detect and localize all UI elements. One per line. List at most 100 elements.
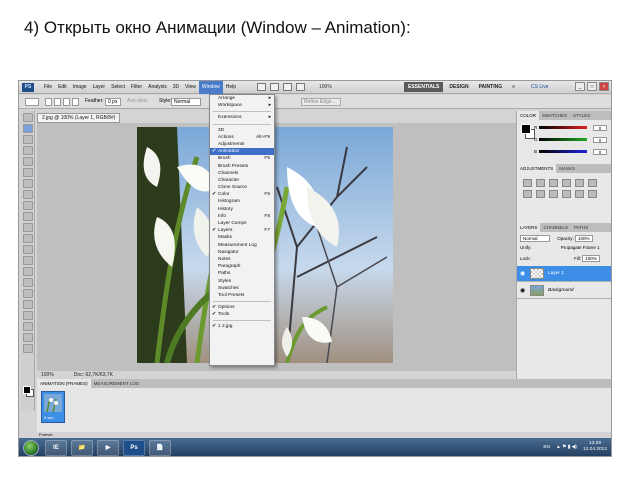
menu-help[interactable]: Help	[223, 81, 239, 94]
maximize-icon[interactable]: □	[587, 82, 597, 91]
feather-input[interactable]: 0 px	[105, 98, 121, 106]
start-button[interactable]	[23, 440, 39, 456]
adjustment-icon[interactable]	[536, 179, 545, 187]
window-menu-item-notes[interactable]: Notes	[210, 256, 274, 263]
menu-filter[interactable]: Filter	[128, 81, 145, 94]
tray-icons[interactable]: ▲ ⚑ ▮ ◀)	[556, 445, 577, 450]
brush-tool-icon[interactable]	[22, 190, 33, 199]
3d-orbit-tool-icon[interactable]	[22, 322, 33, 331]
frame-delay[interactable]: 0 sec.	[44, 415, 55, 420]
path-select-tool-icon[interactable]	[22, 289, 33, 298]
menu-edit[interactable]: Edit	[55, 81, 70, 94]
window-menu-item-animation[interactable]: ✔ Animation	[210, 148, 274, 156]
bridge-icon[interactable]	[257, 83, 266, 91]
shape-tool-icon[interactable]	[22, 300, 33, 309]
adjustment-icon[interactable]	[562, 179, 571, 187]
menu-window[interactable]: Window	[198, 81, 223, 94]
window-menu-item-actions[interactable]: Actions Alt+F9	[210, 134, 274, 141]
3d-rotate-tool-icon[interactable]	[22, 311, 33, 320]
window-menu-item-info[interactable]: Info F8	[210, 213, 274, 220]
menu-view[interactable]: View	[182, 81, 199, 94]
taskbar-app-4[interactable]: 📄	[149, 440, 171, 456]
layer-row[interactable]: ◉ Layer 1	[517, 266, 611, 282]
opacity-input[interactable]: 100%	[575, 235, 593, 242]
tab-channels[interactable]: CHANNELS	[540, 223, 571, 232]
fill-input[interactable]: 100%	[582, 255, 600, 262]
clone-stamp-tool-icon[interactable]	[22, 201, 33, 210]
window-menu-item-swatches[interactable]: Swatches	[210, 285, 274, 292]
blend-mode-select[interactable]: Normal	[520, 235, 550, 242]
window-menu-item-3d[interactable]: 3D	[210, 127, 274, 134]
layer-row[interactable]: ◉ Background	[517, 283, 611, 299]
zoom-level[interactable]: 100%	[319, 84, 332, 90]
workspace-essentials[interactable]: ESSENTIALS	[404, 82, 444, 92]
refine-edge-button[interactable]: Refine Edge...	[301, 98, 341, 106]
window-menu-item-adjustments[interactable]: Adjustments	[210, 141, 274, 148]
window-menu-item-navigator[interactable]: Navigator	[210, 249, 274, 256]
color-value-b[interactable]: 0	[593, 149, 607, 155]
close-icon[interactable]: ×	[599, 82, 609, 91]
window-menu-item-character[interactable]: Character	[210, 177, 274, 184]
tab-styles[interactable]: STYLES	[570, 111, 593, 120]
blur-tool-icon[interactable]	[22, 245, 33, 254]
adjustment-icon[interactable]	[575, 179, 584, 187]
clock[interactable]: 13:29 12.04.2012	[583, 441, 607, 453]
window-menu-item-clone-source[interactable]: Clone Source	[210, 184, 274, 191]
eyedropper-tool-icon[interactable]	[22, 168, 33, 177]
taskbar-app-1[interactable]: 📁	[71, 440, 93, 456]
window-menu-item-histogram[interactable]: Histogram	[210, 198, 274, 205]
pen-tool-icon[interactable]	[22, 267, 33, 276]
tab-animation-frames[interactable]: ANIMATION (FRAMES)	[37, 379, 91, 388]
window-menu-item-workspace[interactable]: Workspace ▸	[210, 102, 274, 109]
window-menu-item-layers[interactable]: ✔ Layers F7	[210, 227, 274, 234]
window-menu-item-paragraph[interactable]: Paragraph	[210, 263, 274, 270]
quick-select-tool-icon[interactable]	[22, 146, 33, 155]
marquee-tool-icon[interactable]	[25, 98, 39, 106]
color-value-g[interactable]: 0	[593, 137, 607, 143]
lasso-tool-icon[interactable]	[22, 135, 33, 144]
selection-mode-icons[interactable]	[45, 98, 79, 106]
window-menu-item-options[interactable]: ✔ Options	[210, 304, 274, 311]
menu-3d[interactable]: 3D	[170, 81, 182, 94]
cs-live-button[interactable]: CS Live	[531, 84, 549, 90]
taskbar-app-2[interactable]: ▶	[97, 440, 119, 456]
adjustment-icon[interactable]	[562, 190, 571, 198]
adjustment-icon[interactable]	[523, 190, 532, 198]
window-menu-item-measurement-log[interactable]: Measurement Log	[210, 242, 274, 249]
propagate-frame-checkbox[interactable]: Propagate Frame 1	[561, 245, 600, 250]
document-tab[interactable]: 2.jpg @ 100% (Layer 1, RGB/8#)	[37, 113, 121, 123]
window-menu-item-brush-presets[interactable]: Brush Presets	[210, 163, 274, 170]
window-menu-item-tools[interactable]: ✔ Tools	[210, 311, 274, 318]
hand-tool-icon[interactable]	[22, 333, 33, 342]
window-menu-item-history[interactable]: History	[210, 206, 274, 213]
window-menu-item-1-2-jpg[interactable]: ✔ 1 2.jpg	[210, 323, 274, 330]
hand-tool-icon[interactable]	[296, 83, 305, 91]
tab-measurement-log[interactable]: MEASUREMENT LOG	[91, 379, 143, 388]
color-slider-g[interactable]	[539, 138, 587, 141]
window-menu-item-channels[interactable]: Channels	[210, 170, 274, 177]
eye-icon[interactable]: ◉	[520, 287, 525, 294]
eraser-tool-icon[interactable]	[22, 223, 33, 232]
taskbar-app-0[interactable]: IE	[45, 440, 67, 456]
menu-select[interactable]: Select	[108, 81, 128, 94]
tab-adjustments[interactable]: ADJUSTMENTS	[517, 164, 557, 173]
minimize-icon[interactable]: _	[575, 82, 585, 91]
tab-paths[interactable]: PATHS	[571, 223, 591, 232]
crop-tool-icon[interactable]	[22, 157, 33, 166]
menu-image[interactable]: Image	[70, 81, 90, 94]
window-menu-item-brush[interactable]: Brush F5	[210, 155, 274, 162]
window-menu-item-styles[interactable]: Styles	[210, 278, 274, 285]
workspace-design[interactable]: DESIGN	[445, 82, 472, 92]
tab-masks[interactable]: MASKS	[556, 164, 578, 173]
anti-alias-checkbox[interactable]: Anti-alias	[127, 98, 148, 104]
adjustment-icon[interactable]	[588, 190, 597, 198]
adjustment-icon[interactable]	[536, 190, 545, 198]
gradient-tool-icon[interactable]	[22, 234, 33, 243]
menu-file[interactable]: File	[41, 81, 55, 94]
window-menu-item-color[interactable]: ✔ Color F6	[210, 191, 274, 198]
history-brush-tool-icon[interactable]	[22, 212, 33, 221]
adjustment-icon[interactable]	[549, 190, 558, 198]
window-menu-item-layer-comps[interactable]: Layer Comps	[210, 220, 274, 227]
zoom-tool-icon[interactable]	[22, 344, 33, 353]
taskbar-app-3[interactable]: Ps	[123, 440, 145, 456]
